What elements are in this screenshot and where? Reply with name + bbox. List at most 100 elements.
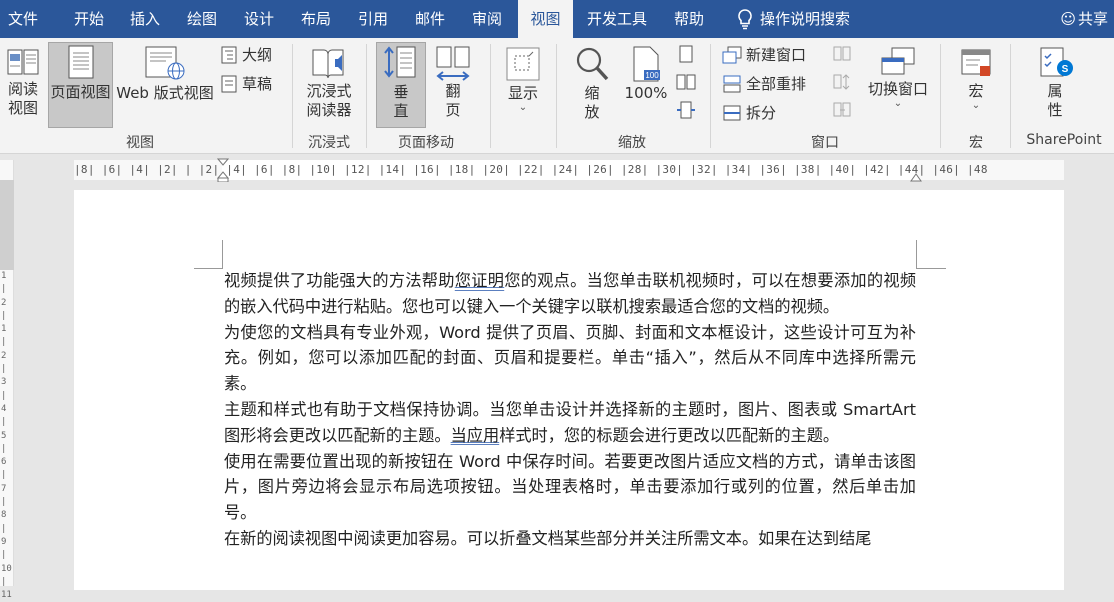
zoom-group-label: 缩放	[618, 135, 646, 151]
print-layout-button[interactable]: 页面视图	[48, 42, 113, 128]
lightbulb-icon[interactable]	[736, 8, 754, 30]
print-layout-label: 页面视图	[50, 83, 111, 101]
page-movement-group-label: 页面移动	[398, 135, 454, 151]
window-group-label: 窗口	[811, 135, 839, 151]
sharepoint-group-label: SharePoint	[1026, 132, 1102, 148]
zoom-button[interactable]: 缩 放	[568, 44, 616, 130]
vertical-scroll-icon	[384, 46, 416, 78]
document-body[interactable]: 视频提供了功能强大的方法帮助您证明您的观点。当您单击联机视频时，可以在想要添加的…	[224, 268, 916, 552]
page-width-icon	[677, 101, 695, 119]
immersive-reader-label-2: 阅读器	[306, 101, 352, 119]
text-run: 视频提供了功能强大的方法帮助	[224, 271, 455, 290]
zoom-label-1: 缩	[584, 84, 600, 102]
read-mode-button[interactable]: 阅读 视图	[2, 44, 44, 130]
zoom-label-2: 放	[584, 103, 600, 121]
arrange-all-icon	[723, 75, 741, 93]
new-window-label: 新建窗口	[746, 46, 807, 64]
zoom-100-button[interactable]: 100 100%	[622, 44, 670, 130]
separator	[1010, 44, 1011, 148]
macros-group-label: 宏	[969, 135, 983, 151]
side-by-side-icon	[833, 46, 851, 61]
tab-mailings[interactable]: 邮件	[403, 0, 457, 38]
multiple-pages-button[interactable]	[674, 72, 698, 94]
side-to-side-label-1: 翻	[445, 82, 461, 100]
properties-label-1: 属	[1047, 82, 1063, 100]
one-page-button[interactable]	[674, 44, 698, 66]
zoom-100-label: 100%	[624, 84, 668, 102]
ribbon: 阅读 视图 页面视图 Web 版式视图 大纲 草稿 视图 沉浸式 阅读器 沉浸式…	[0, 38, 1114, 154]
view-side-by-side-button[interactable]	[830, 44, 854, 66]
separator	[366, 44, 367, 148]
paragraph-4: 使用在需要位置出现的新按钮在 Word 中保存时间。若要更改图片适应文档的方式，…	[224, 451, 916, 523]
tab-review[interactable]: 审阅	[460, 0, 514, 38]
draft-button[interactable]: 草稿	[220, 73, 272, 95]
switch-windows-label: 切换窗口	[867, 80, 928, 98]
switch-windows-icon	[881, 47, 915, 75]
chevron-down-icon: ⌄	[893, 98, 903, 109]
crop-mark	[916, 240, 917, 268]
horizontal-ruler[interactable]: |8| |6| |4| |2| | |2| |4| |6| |8| |10| |…	[74, 158, 1064, 182]
macros-button[interactable]: 宏 ⌄	[950, 44, 1002, 130]
tab-home[interactable]: 开始	[62, 0, 116, 38]
outline-button[interactable]: 大纲	[220, 44, 272, 66]
show-button[interactable]: 显示 ⌄	[498, 44, 548, 130]
reset-window-position-button[interactable]	[830, 100, 854, 122]
paragraph-5: 在新的阅读视图中阅读更加容易。可以折叠文档某些部分并关注所需文本。如果在达到结尾	[224, 528, 872, 548]
web-layout-button[interactable]: Web 版式视图	[114, 44, 216, 130]
share-label: 共享	[1077, 10, 1108, 28]
document-page[interactable]: 视频提供了功能强大的方法帮助您证明您的观点。当您单击联机视频时，可以在想要添加的…	[74, 190, 1064, 590]
web-layout-label: Web 版式视图	[116, 84, 214, 102]
indent-marker-icon[interactable]	[217, 158, 229, 182]
multiple-pages-icon	[676, 74, 696, 90]
vertical-ruler[interactable]: 1 | 2 | 1 | 2 | 3 | 4 | 5 | 6 | 7 | 8 | 9 | 10 | 11	[0, 160, 14, 600]
switch-windows-button[interactable]: 切换窗口 ⌄	[862, 44, 934, 130]
split-label: 拆分	[746, 104, 777, 122]
page-width-button[interactable]	[674, 100, 698, 122]
ribbon-tab-bar: 文件 开始 插入 绘图 设计 布局 引用 邮件 审阅 视图 开发工具 帮助 操作…	[0, 0, 1114, 38]
proofing-underlined-text: 当应用	[450, 425, 500, 445]
share-person-icon: ☺	[1060, 10, 1076, 28]
svg-text:S: S	[1062, 64, 1069, 75]
macros-icon	[961, 49, 991, 76]
properties-button[interactable]: S 属 性	[1030, 44, 1080, 130]
side-to-side-label-2: 页	[445, 101, 461, 119]
chevron-down-icon: ⌄	[971, 100, 981, 111]
tab-insert[interactable]: 插入	[118, 0, 172, 38]
new-window-button[interactable]: 新建窗口	[722, 44, 806, 66]
outline-icon	[221, 46, 237, 64]
tab-help[interactable]: 帮助	[662, 0, 716, 38]
draft-icon	[221, 75, 237, 93]
split-icon	[723, 105, 741, 121]
tab-draw[interactable]: 绘图	[175, 0, 229, 38]
vertical-label-2: 直	[393, 102, 409, 120]
immersive-reader-label-1: 沉浸式	[306, 82, 352, 100]
zoom-100-icon: 100	[633, 46, 660, 82]
vertical-button[interactable]: 垂 直	[376, 42, 426, 128]
new-window-icon	[722, 46, 742, 64]
separator	[556, 44, 557, 148]
vertical-label-1: 垂	[393, 83, 409, 101]
outline-label: 大纲	[242, 46, 273, 64]
arrange-all-button[interactable]: 全部重排	[722, 73, 806, 95]
tab-developer[interactable]: 开发工具	[578, 0, 656, 38]
tab-file[interactable]: 文件	[0, 0, 46, 38]
reset-position-icon	[833, 102, 851, 117]
sharepoint-properties-icon: S	[1040, 47, 1073, 77]
tab-layout[interactable]: 布局	[289, 0, 343, 38]
split-button[interactable]: 拆分	[722, 102, 776, 124]
show-label: 显示	[507, 84, 538, 102]
immersive-reader-button[interactable]: 沉浸式 阅读器	[298, 44, 360, 130]
synchronous-scrolling-button[interactable]	[830, 72, 854, 94]
one-page-icon	[679, 45, 693, 63]
tell-me-search[interactable]: 操作说明搜索	[760, 0, 870, 38]
right-indent-marker-icon[interactable]	[910, 172, 922, 182]
chevron-down-icon: ⌄	[518, 102, 528, 113]
read-mode-label-2: 视图	[7, 99, 38, 117]
side-to-side-button[interactable]: 翻 页	[430, 44, 476, 130]
properties-label-2: 性	[1047, 101, 1063, 119]
share-button[interactable]: ☺ 共享	[1060, 0, 1114, 38]
tab-references[interactable]: 引用	[346, 0, 400, 38]
sync-scroll-icon	[833, 74, 850, 90]
tab-view[interactable]: 视图	[518, 0, 573, 38]
tab-design[interactable]: 设计	[232, 0, 286, 38]
